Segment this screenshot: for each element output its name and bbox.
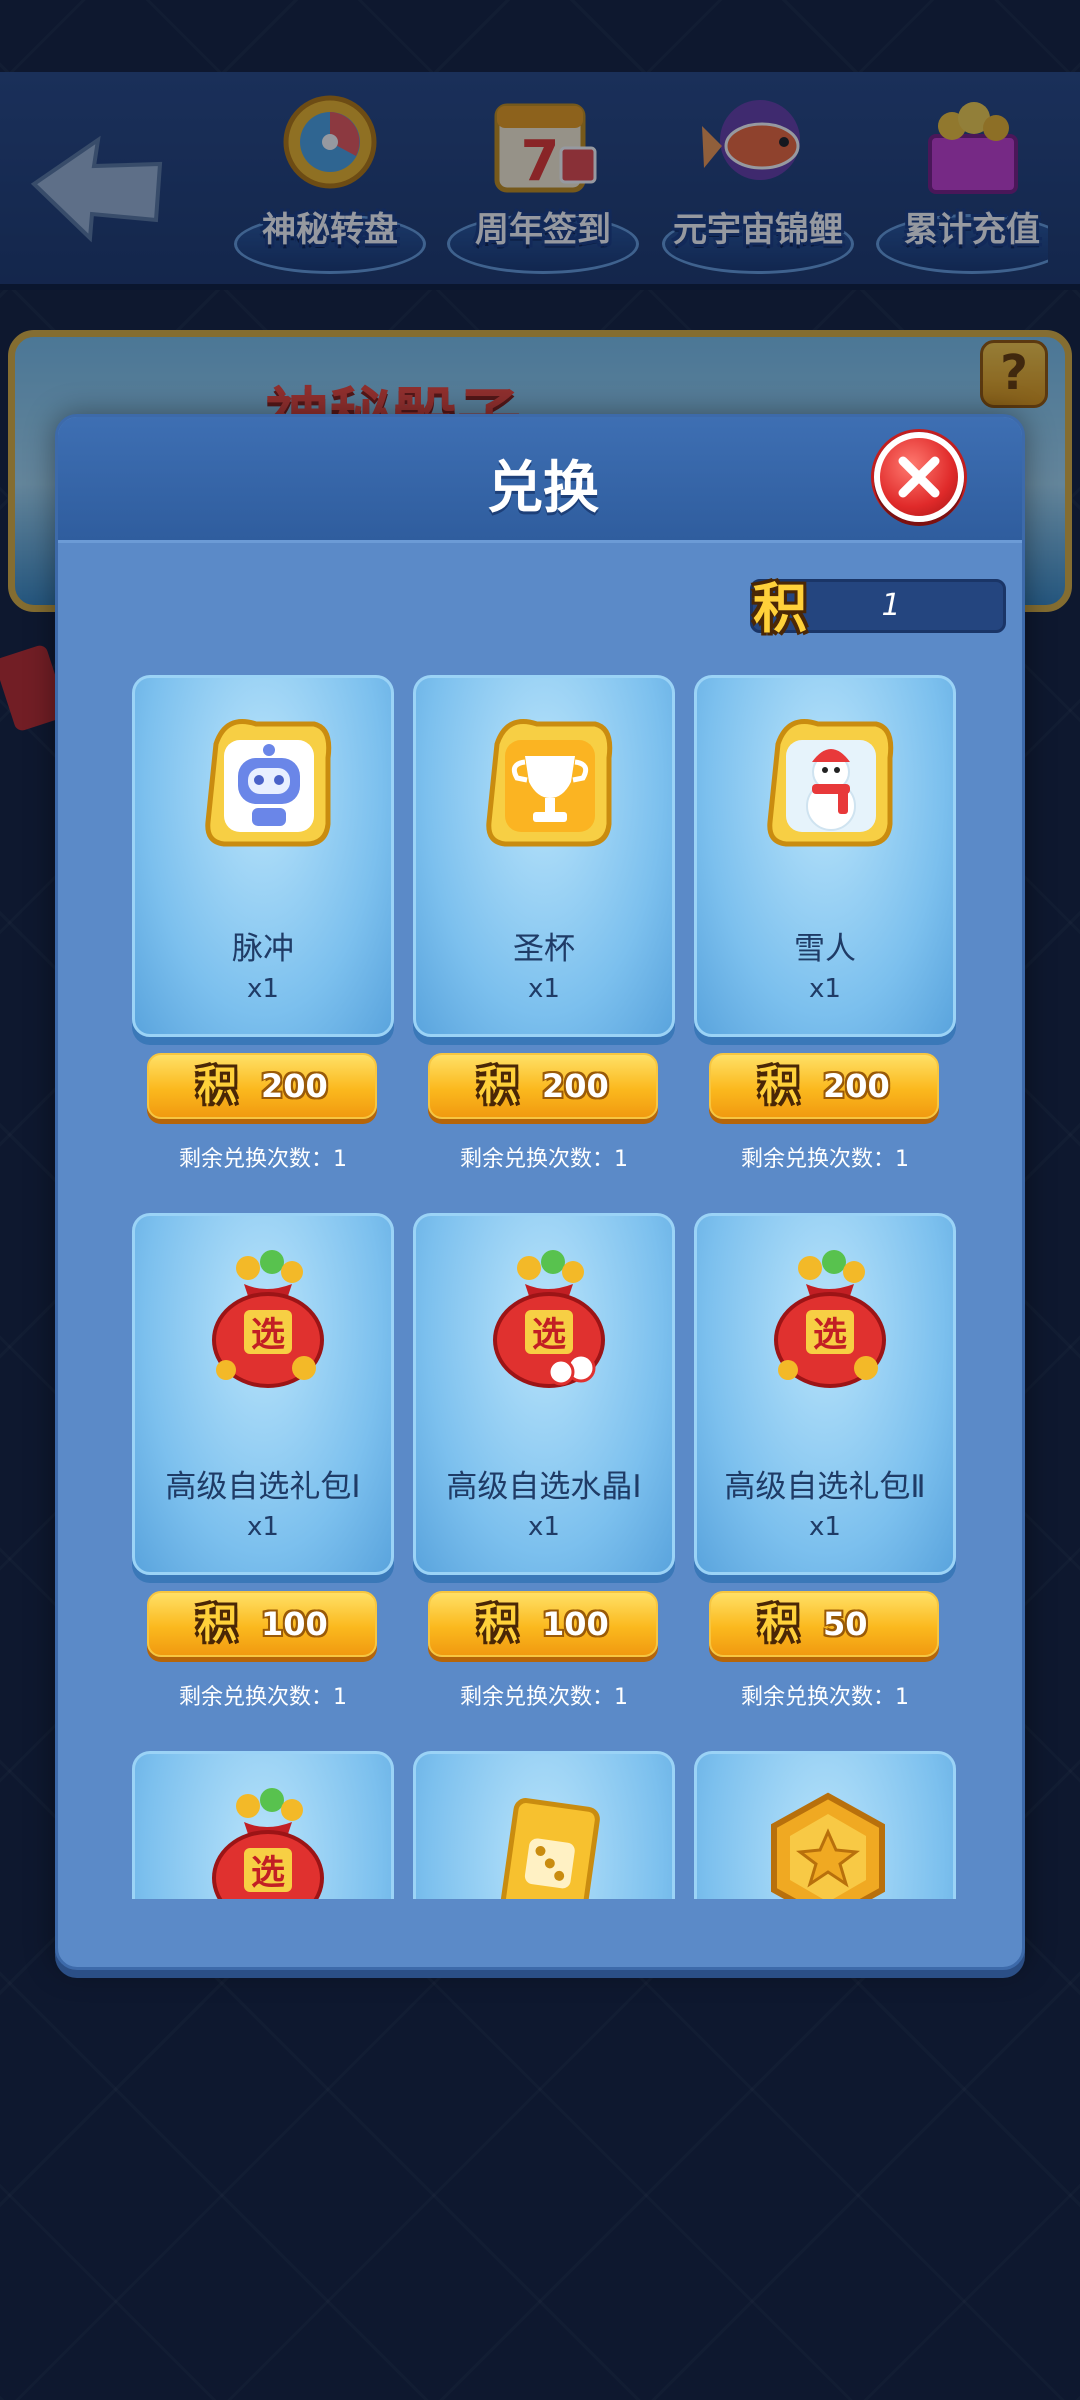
item-card-holy-grail[interactable]: 圣杯 x1 [413, 675, 675, 1037]
item-quantity: x1 [528, 974, 560, 1004]
item-quantity: x1 [247, 1512, 279, 1542]
points-coin-icon: 积 [197, 1063, 237, 1109]
item-card-premium-pack-2[interactable]: 选 高级自选礼包Ⅱ x1 [694, 1213, 956, 1575]
points-coin-icon: 积 [478, 1601, 518, 1647]
item-quantity: x1 [809, 974, 841, 1004]
points-coin-icon: 积 [753, 577, 807, 640]
trophy-avatar-icon [486, 719, 613, 847]
cost-value: 200 [261, 1067, 328, 1105]
exchange-button[interactable]: 积 200 [709, 1053, 939, 1119]
snowman-avatar-icon [767, 719, 894, 847]
close-icon [898, 456, 940, 498]
points-balance: 积 1 [750, 577, 1006, 640]
lucky-bag-icon: 选 [493, 1250, 605, 1388]
item-name: 高级自选礼包Ⅱ [724, 1469, 926, 1505]
exchange-item-grid[interactable]: 脉冲 x1 圣杯 x1 雪人 x1 积 200 积 200 积 200 剩余兑换… [58, 657, 1022, 1899]
lucky-bag-icon: 选 [212, 1250, 324, 1388]
svg-text:选: 选 [532, 1315, 566, 1355]
item-card-row3-coin[interactable] [694, 1751, 956, 1899]
cost-value: 100 [261, 1605, 328, 1643]
remaining-exchanges: 剩余兑换次数：1 [460, 1685, 628, 1710]
remaining-exchanges: 剩余兑换次数：1 [179, 1685, 347, 1710]
item-quantity: x1 [528, 1512, 560, 1542]
exchange-modal: 兑换 积 1 脉冲 x1 圣杯 x1 雪人 x1 积 200 积 200 积 2… [55, 414, 1025, 1970]
remaining-exchanges: 剩余兑换次数：1 [741, 1685, 909, 1710]
item-quantity: x1 [247, 974, 279, 1004]
exchange-button[interactable]: 积 200 [428, 1053, 658, 1119]
item-name: 脉冲 [232, 931, 294, 967]
points-coin-icon: 积 [759, 1601, 799, 1647]
remaining-exchanges: 剩余兑换次数：1 [741, 1147, 909, 1172]
lucky-bag-icon: 选 [774, 1250, 886, 1388]
item-name: 高级自选礼包Ⅰ [165, 1469, 361, 1505]
item-card-snowman[interactable]: 雪人 x1 [694, 675, 956, 1037]
cost-value: 200 [542, 1067, 609, 1105]
exchange-button[interactable]: 积 100 [428, 1591, 658, 1657]
item-name: 高级自选水晶Ⅰ [446, 1469, 642, 1505]
robot-avatar-icon [205, 719, 332, 847]
exchange-button[interactable]: 积 50 [709, 1591, 939, 1657]
points-coin-icon: 积 [478, 1063, 518, 1109]
cost-value: 200 [823, 1067, 890, 1105]
cost-value: 100 [542, 1605, 609, 1643]
points-coin-icon: 积 [197, 1601, 237, 1647]
exchange-button[interactable]: 积 100 [147, 1591, 377, 1657]
dice-card-icon [499, 1798, 600, 1899]
item-card-premium-crystal-1[interactable]: 选 高级自选水晶Ⅰ x1 [413, 1213, 675, 1575]
svg-text:选: 选 [813, 1315, 847, 1355]
cost-value: 50 [823, 1605, 868, 1643]
points-value: 1 [881, 588, 901, 623]
close-button[interactable] [874, 432, 964, 522]
item-card-pulse[interactable]: 脉冲 x1 [132, 675, 394, 1037]
item-name: 圣杯 [513, 931, 575, 967]
exchange-button[interactable]: 积 200 [147, 1053, 377, 1119]
item-card-row3-dice[interactable] [413, 1751, 675, 1899]
item-quantity: x1 [809, 1512, 841, 1542]
lucky-bag-icon: 选 [212, 1788, 324, 1899]
star-coin-icon [771, 1792, 885, 1899]
remaining-exchanges: 剩余兑换次数：1 [179, 1147, 347, 1172]
item-card-premium-pack-1[interactable]: 选 高级自选礼包Ⅰ x1 [132, 1213, 394, 1575]
item-card-row3-pack[interactable]: 选 [132, 1751, 394, 1899]
svg-text:选: 选 [251, 1853, 285, 1893]
points-coin-icon: 积 [759, 1063, 799, 1109]
item-name: 雪人 [794, 931, 856, 967]
remaining-exchanges: 剩余兑换次数：1 [460, 1147, 628, 1172]
svg-text:选: 选 [251, 1315, 285, 1355]
